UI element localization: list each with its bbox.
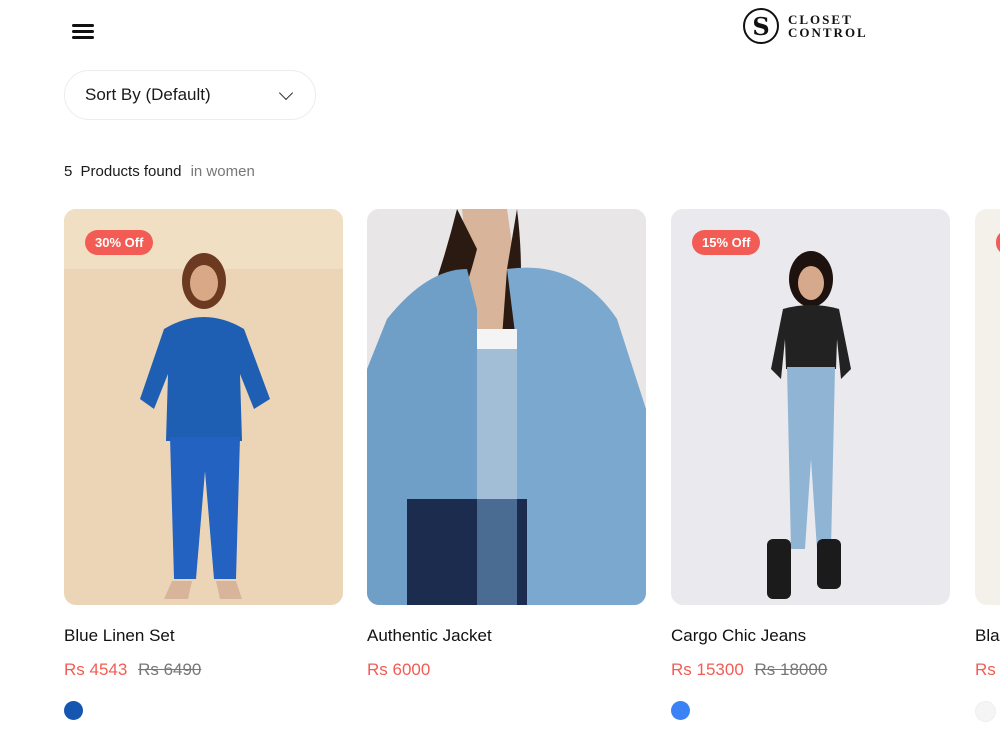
color-swatch[interactable]	[975, 701, 996, 722]
product-price: Rs 6000	[367, 660, 431, 679]
product-card[interactable]: Authentic Jacket Rs 6000	[367, 209, 646, 680]
product-image[interactable]: 15% Off	[671, 209, 950, 605]
product-price: Rs 1	[975, 660, 1000, 679]
product-price: Rs 4543	[64, 660, 128, 679]
sort-label: Sort By (Default)	[85, 85, 211, 104]
product-old-price: Rs 6490	[138, 660, 202, 679]
product-image[interactable]	[975, 209, 1000, 605]
menu-icon[interactable]	[72, 22, 96, 42]
product-name[interactable]: Bla	[975, 626, 1000, 646]
product-image[interactable]: 30% Off	[64, 209, 343, 605]
color-swatch[interactable]	[64, 701, 83, 720]
results-text: Products found	[80, 163, 182, 180]
results-category: in women	[190, 163, 255, 180]
results-summary: 5 Products found in women	[64, 163, 255, 180]
product-grid: 30% Off Blue Linen Set Rs 4543 Rs 6490 A…	[64, 209, 1000, 749]
results-count: 5	[64, 163, 73, 180]
product-name[interactable]: Blue Linen Set	[64, 626, 343, 646]
product-card[interactable]: 15% Off Cargo Chic Jeans Rs 15300 Rs 180…	[671, 209, 950, 720]
discount-badge: 15% Off	[692, 230, 761, 255]
product-name[interactable]: Authentic Jacket	[367, 626, 646, 646]
discount-badge: 30% Off	[85, 230, 154, 255]
sort-dropdown[interactable]: Sort By (Default)	[64, 70, 316, 120]
chevron-down-icon	[278, 85, 294, 100]
product-name[interactable]: Cargo Chic Jeans	[671, 626, 950, 646]
color-swatch[interactable]	[671, 701, 690, 720]
product-card[interactable]: 30% Off Blue Linen Set Rs 4543 Rs 6490	[64, 209, 343, 720]
brand-logo[interactable]: S CLOSET CONTROL	[743, 8, 868, 44]
product-price: Rs 15300	[671, 660, 744, 679]
product-image[interactable]	[367, 209, 646, 605]
logo-mark-icon: S	[743, 8, 779, 44]
product-old-price: Rs 18000	[754, 660, 828, 679]
logo-line-2: CONTROL	[788, 25, 868, 40]
product-card[interactable]: Bla Rs 1	[975, 209, 1000, 722]
